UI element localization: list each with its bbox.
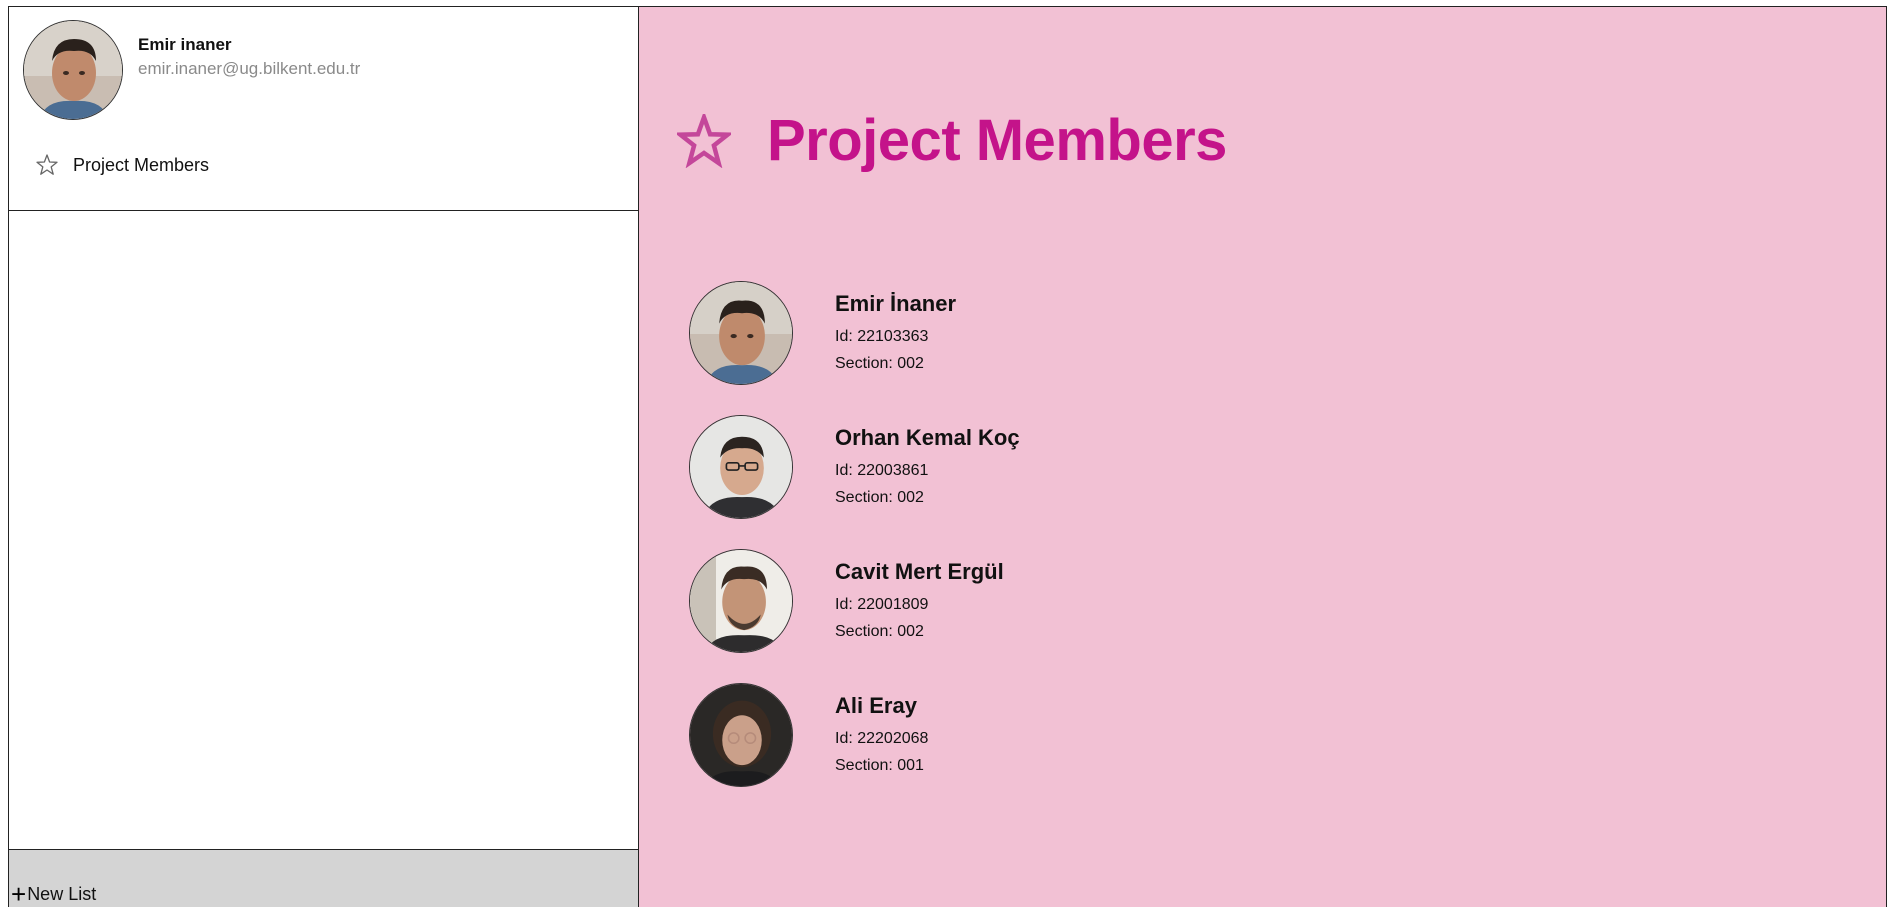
sidebar-item-label: Project Members xyxy=(73,154,210,175)
member-section: Section: 002 xyxy=(835,489,924,506)
member-card: Ali Eray Id: 22202068 Section: 001 xyxy=(689,683,1020,817)
user-photo-icon xyxy=(24,21,122,119)
profile-email: emir.inaner@ug.bilkent.edu.tr xyxy=(138,59,361,78)
profile-name: Emir inaner xyxy=(138,35,232,54)
member-info: Emir İnaner Id: 22103363 Section: 002 xyxy=(835,281,956,377)
sidebar-item-project-members[interactable]: Project Members xyxy=(35,153,209,177)
user-photo-icon xyxy=(690,282,792,384)
sidebar: Emir inaner emir.inaner@ug.bilkent.edu.t… xyxy=(9,7,639,907)
member-section: Section: 001 xyxy=(835,757,924,774)
member-info: Orhan Kemal Koç Id: 22003861 Section: 00… xyxy=(835,415,1020,511)
member-section: Section: 002 xyxy=(835,623,924,640)
member-card: Orhan Kemal Koç Id: 22003861 Section: 00… xyxy=(689,415,1020,549)
user-photo-icon xyxy=(690,416,792,518)
plus-icon: + xyxy=(11,879,27,909)
avatar xyxy=(689,281,793,385)
member-id: Id: 22103363 xyxy=(835,328,929,345)
member-id: Id: 22003861 xyxy=(835,462,929,479)
sidebar-list-area xyxy=(9,211,638,849)
avatar xyxy=(689,683,793,787)
members-list: Emir İnaner Id: 22103363 Section: 002 Or… xyxy=(689,281,1020,817)
member-section: Section: 002 xyxy=(835,355,924,372)
avatar xyxy=(689,415,793,519)
member-info: Cavit Mert Ergül Id: 22001809 Section: 0… xyxy=(835,549,1004,645)
user-photo-icon xyxy=(690,684,792,786)
member-info: Ali Eray Id: 22202068 Section: 001 xyxy=(835,683,928,779)
member-name: Emir İnaner xyxy=(835,291,957,316)
new-list-label: New List xyxy=(27,884,97,904)
main-panel: Project Members Emir İnaner Id: 22103363… xyxy=(639,7,1886,907)
member-card: Cavit Mert Ergül Id: 22001809 Section: 0… xyxy=(689,549,1020,683)
profile-section: Emir inaner emir.inaner@ug.bilkent.edu.t… xyxy=(9,7,638,211)
app-window: Emir inaner emir.inaner@ug.bilkent.edu.t… xyxy=(8,6,1887,907)
page-header: Project Members xyxy=(677,107,1227,174)
star-outline-icon xyxy=(36,154,58,175)
member-name: Ali Eray xyxy=(835,693,917,718)
avatar xyxy=(689,549,793,653)
new-list-button[interactable]: + New List xyxy=(9,849,638,907)
member-id: Id: 22001809 xyxy=(835,596,929,613)
member-id: Id: 22202068 xyxy=(835,730,929,747)
profile-avatar xyxy=(23,20,123,120)
star-icon xyxy=(677,113,731,168)
member-name: Cavit Mert Ergül xyxy=(835,559,1004,584)
member-name: Orhan Kemal Koç xyxy=(835,425,1020,450)
user-photo-icon xyxy=(690,550,792,652)
page-title: Project Members xyxy=(767,108,1227,173)
member-card: Emir İnaner Id: 22103363 Section: 002 xyxy=(689,281,1020,415)
